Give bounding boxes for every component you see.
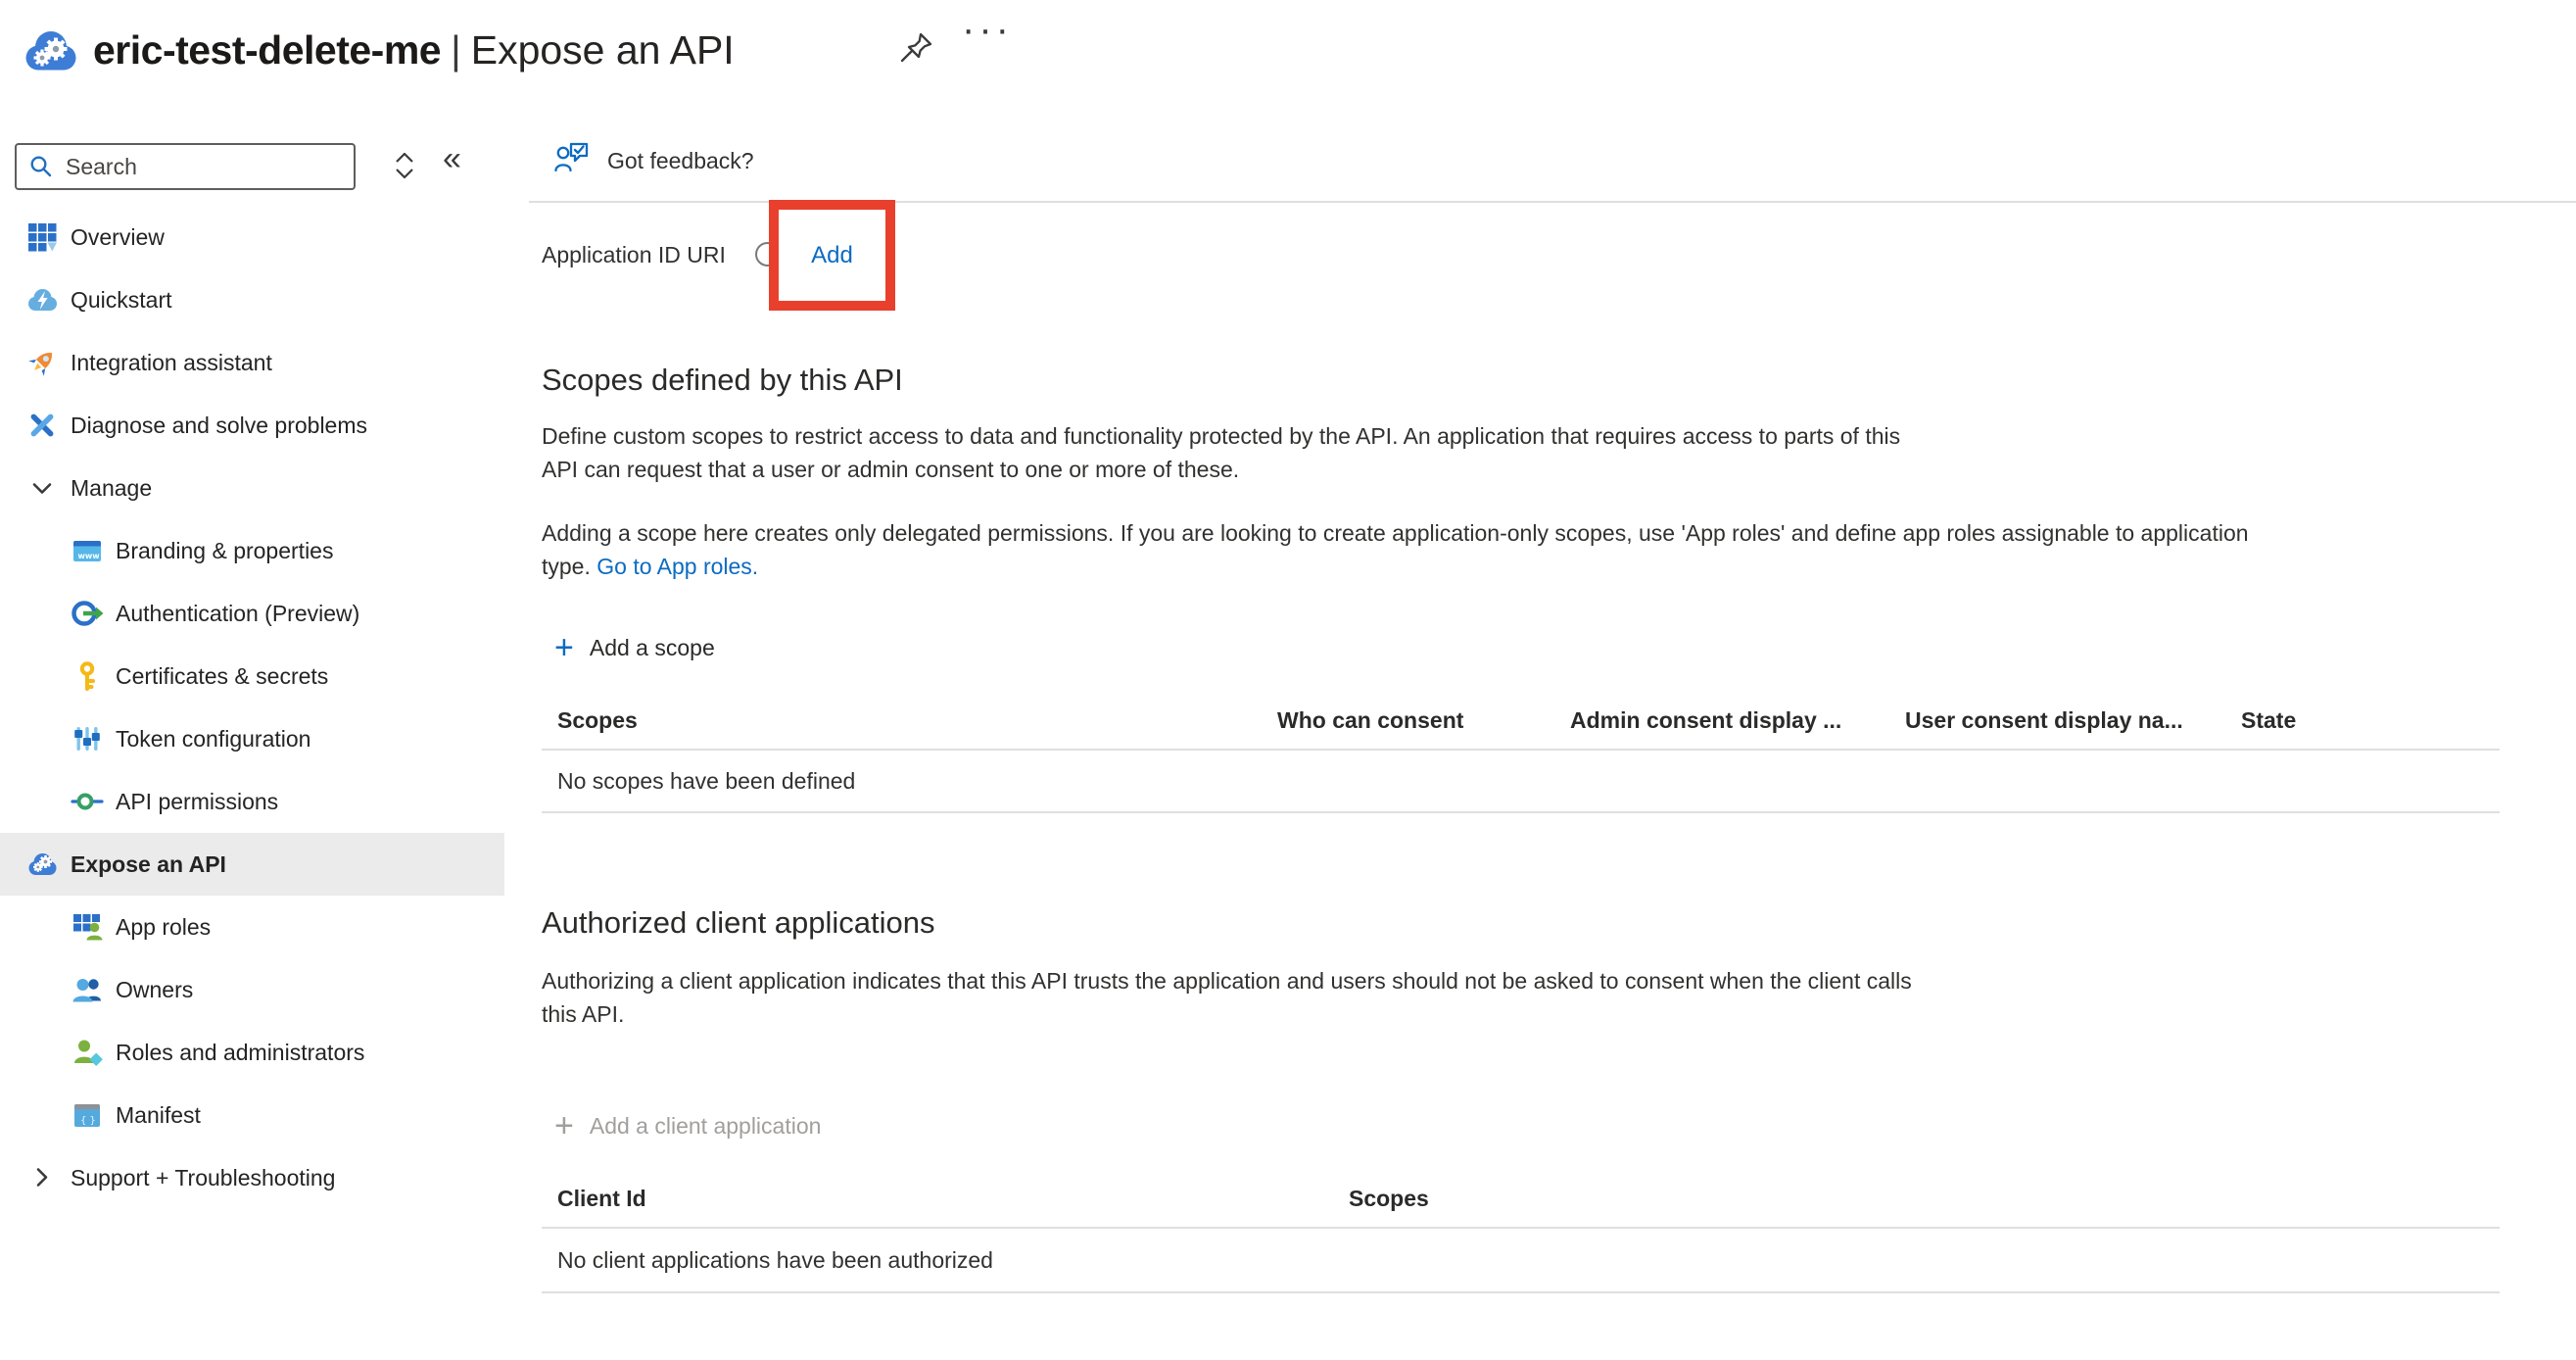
sidebar-item-label: Manifest (116, 1102, 201, 1129)
scopes-table: Scopes Who can consent Admin consent dis… (542, 692, 2500, 813)
svg-text:{ }: { } (80, 1116, 96, 1127)
sidebar-item-owners[interactable]: Owners (0, 958, 504, 1021)
sidebar-item-branding[interactable]: www Branding & properties (0, 519, 504, 582)
tools-icon (25, 409, 59, 442)
title-separator: | (441, 27, 471, 73)
scopes-empty-message: No scopes have been defined (542, 768, 855, 795)
chevron-down-icon (25, 471, 59, 505)
sidebar-item-label: Certificates & secrets (116, 663, 328, 690)
rocket-icon (25, 346, 59, 379)
add-a-scope-label: Add a scope (590, 635, 715, 661)
sidebar-item-roles-administrators[interactable]: Roles and administrators (0, 1021, 504, 1084)
column-header-scopes: Scopes (1349, 1186, 2500, 1212)
column-header-scopes: Scopes (542, 707, 1277, 734)
clients-table-header: Client Id Scopes (542, 1170, 2500, 1229)
sidebar-item-quickstart[interactable]: Quickstart (0, 268, 504, 331)
column-header-who-can-consent: Who can consent (1277, 707, 1570, 734)
role-person-cube-icon (71, 1036, 104, 1069)
sidebar-item-label: Token configuration (116, 726, 310, 753)
column-header-client-id: Client Id (542, 1186, 1349, 1212)
search-box[interactable] (15, 143, 356, 190)
sidebar-item-manifest[interactable]: { } Manifest (0, 1084, 504, 1146)
manifest-code-icon: { } (71, 1098, 104, 1132)
sidebar-section-manage[interactable]: Manage (0, 457, 504, 519)
got-feedback-button[interactable]: Got feedback? (554, 141, 754, 180)
authentication-icon (71, 597, 104, 630)
app-roles-icon (71, 910, 104, 944)
sidebar-item-label: Expose an API (71, 851, 226, 878)
add-a-scope-button[interactable]: + Add a scope (542, 629, 715, 666)
feedback-icon (554, 141, 592, 180)
app-cloud-gears-icon (20, 24, 82, 79)
sidebar-item-certificates[interactable]: Certificates & secrets (0, 645, 504, 707)
plus-icon: + (554, 1109, 574, 1142)
api-permissions-icon (71, 785, 104, 818)
sidebar-item-expose-an-api[interactable]: Expose an API (0, 833, 504, 896)
search-icon (28, 154, 54, 179)
sidebar-item-label: Owners (116, 977, 193, 1003)
sidebar-nav: Overview Quickstart (0, 206, 504, 1209)
plus-icon: + (554, 631, 574, 664)
go-to-app-roles-link[interactable]: Go to App roles. (596, 554, 758, 579)
sidebar-item-label: Quickstart (71, 287, 172, 314)
browser-window-icon: www (71, 534, 104, 567)
page-title: eric-test-delete-me|Expose an API (93, 27, 735, 73)
more-options-icon[interactable]: ··· (962, 8, 1013, 52)
authorized-clients-table: Client Id Scopes No client applications … (542, 1170, 2500, 1293)
svg-text:www: www (78, 552, 101, 560)
sidebar-item-label: Integration assistant (71, 350, 272, 376)
sidebar-item-api-permissions[interactable]: API permissions (0, 770, 504, 833)
scopes-section-title: Scopes defined by this API (542, 363, 903, 398)
column-header-user-consent: User consent display na... (1905, 707, 2241, 734)
scopes-table-header: Scopes Who can consent Admin consent dis… (542, 692, 2500, 751)
expand-collapse-all-icon[interactable] (392, 151, 417, 185)
scopes-section-note: Adding a scope here creates only delegat… (542, 516, 2249, 583)
sidebar-item-label: Branding & properties (116, 538, 333, 564)
feedback-label: Got feedback? (607, 148, 754, 174)
clients-section-description: Authorizing a client application indicat… (542, 964, 1912, 1031)
application-id-uri-label: Application ID URI (542, 242, 726, 268)
add-a-client-application-label: Add a client application (590, 1113, 822, 1140)
chevron-right-icon (25, 1161, 59, 1194)
app-name: eric-test-delete-me (93, 27, 441, 73)
pin-icon[interactable] (897, 29, 938, 75)
sidebar-item-label: App roles (116, 914, 211, 941)
overview-grid-icon (25, 220, 59, 254)
annotation-highlight-box: Add (769, 200, 895, 311)
quickstart-cloud-icon (25, 283, 59, 316)
clients-section-title: Authorized client applications (542, 905, 935, 941)
column-header-admin-consent: Admin consent display ... (1570, 707, 1905, 734)
expose-api-cloud-gears-icon (25, 848, 59, 881)
sidebar-item-app-roles[interactable]: App roles (0, 896, 504, 958)
column-header-state: State (2241, 707, 2500, 734)
sliders-icon (71, 722, 104, 755)
sidebar-section-label: Support + Troubleshooting (71, 1165, 335, 1191)
collapse-sidebar-icon[interactable]: « (443, 140, 461, 178)
note-text: Adding a scope here creates only delegat… (542, 520, 2249, 579)
sidebar-item-integration-assistant[interactable]: Integration assistant (0, 331, 504, 394)
sidebar: « Overview (0, 127, 504, 1360)
key-icon (71, 659, 104, 693)
sidebar-item-label: Diagnose and solve problems (71, 413, 367, 439)
page-header: eric-test-delete-me|Expose an API ··· (0, 0, 2576, 110)
sidebar-item-diagnose[interactable]: Diagnose and solve problems (0, 394, 504, 457)
sidebar-item-label: Roles and administrators (116, 1040, 364, 1066)
sidebar-item-label: Overview (71, 224, 165, 251)
scopes-section-description: Define custom scopes to restrict access … (542, 419, 1900, 486)
add-a-client-application-button[interactable]: + Add a client application (542, 1107, 821, 1144)
add-application-id-uri-link[interactable]: Add (811, 242, 853, 269)
sidebar-section-label: Manage (71, 475, 152, 502)
sidebar-section-support-troubleshooting[interactable]: Support + Troubleshooting (0, 1146, 504, 1209)
clients-empty-row: No client applications have been authori… (542, 1229, 2500, 1293)
blade-name: Expose an API (471, 27, 735, 73)
search-input[interactable] (64, 153, 312, 181)
sidebar-item-token-configuration[interactable]: Token configuration (0, 707, 504, 770)
clients-empty-message: No client applications have been authori… (542, 1247, 993, 1274)
sidebar-item-label: Authentication (Preview) (116, 601, 359, 627)
scopes-empty-row: No scopes have been defined (542, 751, 2500, 813)
sidebar-item-overview[interactable]: Overview (0, 206, 504, 268)
owners-people-icon (71, 973, 104, 1006)
sidebar-item-label: API permissions (116, 789, 278, 815)
sidebar-item-authentication[interactable]: Authentication (Preview) (0, 582, 504, 645)
